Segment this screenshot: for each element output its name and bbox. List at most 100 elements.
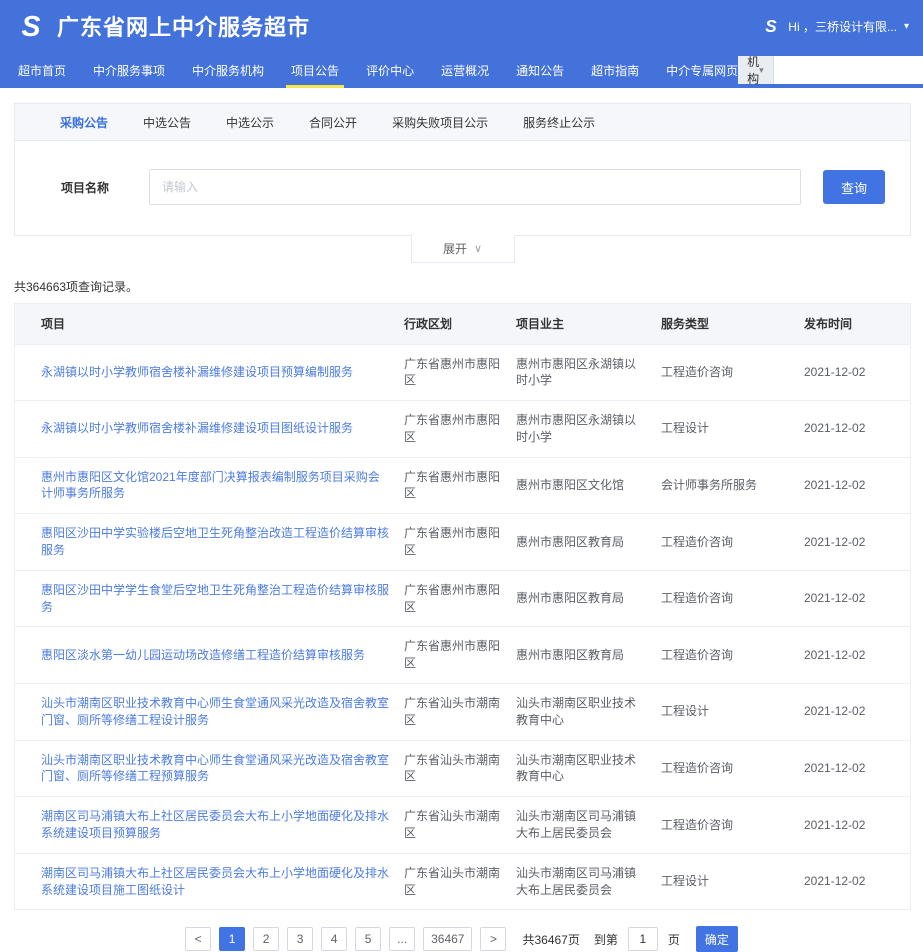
jump-suffix-label: 页 — [668, 931, 680, 948]
table-row: 潮南区司马浦镇大布上社区居民委员会大布上小学地面硬化及排水系统建设项目预算服务 … — [15, 797, 910, 854]
page-button[interactable]: ... — [389, 927, 415, 951]
announcement-tabs: 采购公告 中选公告 中选公示 合同公开 采购失败项目公示 服务终止公示 — [15, 104, 910, 141]
tab-label: 中选公告 — [143, 116, 191, 130]
project-cell: 惠阳区沙田中学学生食堂后空地卫生死角整治工程造价结算审核服务 — [15, 570, 404, 627]
results-table-panel: 项目 行政区划 项目业主 服务类型 发布时间 永湖镇以时小学教师宿舍楼补漏维修建… — [14, 303, 911, 910]
nav-item[interactable]: 通知公告 — [516, 52, 564, 88]
project-cell: 惠阳区沙田中学实验楼后空地卫生死角整治改造工程造价结算审核服务 — [15, 514, 404, 571]
page-button-label: 2 — [263, 932, 270, 946]
table-row: 永湖镇以时小学教师宿舍楼补漏维修建设项目图纸设计服务 广东省惠州市惠阳区 惠州市… — [15, 401, 910, 458]
page-button[interactable]: 5 — [355, 927, 381, 951]
table-row: 惠阳区沙田中学实验楼后空地卫生死角整治改造工程造价结算审核服务 广东省惠州市惠阳… — [15, 514, 910, 571]
table-header-row: 项目 行政区划 项目业主 服务类型 发布时间 — [15, 304, 910, 344]
project-link[interactable]: 惠阳区沙田中学实验楼后空地卫生死角整治改造工程造价结算审核服务 — [41, 526, 389, 557]
project-link[interactable]: 惠阳区淡水第一幼儿园运动场改造修缮工程造价结算审核服务 — [41, 648, 365, 662]
brand-row: S 广东省网上中介服务超市 S Hi ，三桥设计有限... ▾ — [0, 0, 923, 52]
user-caret-down-icon: ▾ — [904, 21, 909, 32]
nav-item[interactable]: 超市指南 — [591, 52, 639, 88]
date-cell: 2021-12-02 — [804, 570, 910, 627]
table-row: 永湖镇以时小学教师宿舍楼补漏维修建设项目预算编制服务 广东省惠州市惠阳区 惠州市… — [15, 344, 910, 401]
main-nav: 超市首页 中介服务事项 中介服务机构 项目公告 评价中心 — [18, 52, 738, 88]
project-name-input[interactable] — [149, 169, 801, 205]
page-button-label: ... — [397, 932, 407, 946]
type-cell: 工程设计 — [661, 684, 804, 741]
nav-item[interactable]: 中介服务事项 — [93, 52, 165, 88]
project-link[interactable]: 汕头市潮南区职业技术教育中心师生食堂通风采光改造及宿舍教室门窗、厕所等修缮工程设… — [41, 696, 389, 727]
project-cell: 惠阳区淡水第一幼儿园运动场改造修缮工程造价结算审核服务 — [15, 627, 404, 684]
expand-label: 展开 — [443, 240, 467, 257]
announcement-tab[interactable]: 中选公示 — [226, 114, 274, 131]
owner-cell: 惠州市惠阳区教育局 — [516, 570, 661, 627]
project-cell: 永湖镇以时小学教师宿舍楼补漏维修建设项目预算编制服务 — [15, 344, 404, 401]
user-greeting: Hi ，三桥设计有限... — [788, 18, 897, 35]
project-link[interactable]: 永湖镇以时小学教师宿舍楼补漏维修建设项目图纸设计服务 — [41, 421, 353, 435]
page-button[interactable]: > — [480, 927, 506, 951]
nav-item-label: 中介服务事项 — [93, 62, 165, 79]
jump-page-input[interactable] — [628, 927, 658, 951]
nav-item-label: 超市指南 — [591, 62, 639, 79]
announcement-tab[interactable]: 服务终止公示 — [523, 114, 595, 131]
announcement-tab[interactable]: 合同公开 — [309, 114, 357, 131]
announcement-tab[interactable]: 采购公告 — [60, 114, 108, 131]
user-logo-icon: S — [761, 17, 781, 35]
select-caret-down-icon: ▾ — [759, 65, 764, 76]
tab-label: 采购公告 — [60, 116, 108, 130]
nav-item-label: 评价中心 — [366, 62, 414, 79]
project-link[interactable]: 惠阳区沙田中学学生食堂后空地卫生死角整治工程造价结算审核服务 — [41, 583, 389, 614]
page-button[interactable]: < — [185, 927, 211, 951]
chevron-down-icon: ∨ — [474, 242, 482, 255]
date-cell: 2021-12-02 — [804, 627, 910, 684]
table-row: 汕头市潮南区职业技术教育中心师生食堂通风采光改造及宿舍教室门窗、厕所等修缮工程预… — [15, 740, 910, 797]
expand-filters-button[interactable]: 展开 ∨ — [411, 235, 515, 263]
table-row: 潮南区司马浦镇大布上社区居民委员会大布上小学地面硬化及排水系统建设项目施工图纸设… — [15, 853, 910, 909]
page-button[interactable]: 2 — [253, 927, 279, 951]
nav-item-label: 通知公告 — [516, 62, 564, 79]
project-link[interactable]: 潮南区司马浦镇大布上社区居民委员会大布上小学地面硬化及排水系统建设项目预算服务 — [41, 809, 389, 840]
project-link[interactable]: 永湖镇以时小学教师宿舍楼补漏维修建设项目预算编制服务 — [41, 365, 353, 379]
nav-item-label: 中介专属网页 — [666, 62, 738, 79]
announcement-tab[interactable]: 采购失败项目公示 — [392, 114, 488, 131]
org-search-input[interactable] — [773, 56, 923, 84]
svg-text:S: S — [766, 17, 778, 35]
nav-item[interactable]: 中介服务机构 — [192, 52, 264, 88]
owner-cell: 汕头市潮南区职业技术教育中心 — [516, 684, 661, 741]
type-cell: 工程造价咨询 — [661, 797, 804, 854]
nav-item[interactable]: 中介专属网页 — [666, 52, 738, 88]
query-button[interactable]: 查询 — [823, 170, 885, 204]
confirm-button[interactable]: 确定 — [696, 926, 738, 952]
owner-cell: 惠州市惠阳区永湖镇以时小学 — [516, 344, 661, 401]
project-link[interactable]: 惠州市惠阳区文化馆2021年度部门决算报表编制服务项目采购会计师事务所服务 — [41, 470, 380, 501]
page-button[interactable]: 3 — [287, 927, 313, 951]
type-cell: 工程造价咨询 — [661, 514, 804, 571]
page-button-label: > — [490, 932, 497, 946]
nav-item[interactable]: 评价中心 — [366, 52, 414, 88]
user-menu[interactable]: S Hi ，三桥设计有限... ▾ — [761, 17, 909, 35]
nav-item[interactable]: 运营概况 — [441, 52, 489, 88]
date-cell: 2021-12-02 — [804, 797, 910, 854]
owner-cell: 惠州市惠阳区教育局 — [516, 627, 661, 684]
announcement-tab[interactable]: 中选公告 — [143, 114, 191, 131]
nav-item[interactable]: 超市首页 — [18, 52, 66, 88]
page-button[interactable]: 36467 — [423, 927, 472, 951]
page-button[interactable]: 1 — [219, 927, 245, 951]
nav-item[interactable]: 项目公告 — [291, 52, 339, 88]
table-row: 惠阳区淡水第一幼儿园运动场改造修缮工程造价结算审核服务 广东省惠州市惠阳区 惠州… — [15, 627, 910, 684]
top-header: S 广东省网上中介服务超市 S Hi ，三桥设计有限... ▾ 超市首页 中介服… — [0, 0, 923, 88]
table-row: 汕头市潮南区职业技术教育中心师生食堂通风采光改造及宿舍教室门窗、厕所等修缮工程设… — [15, 684, 910, 741]
nav-item-label: 中介服务机构 — [192, 62, 264, 79]
region-cell: 广东省汕头市潮南区 — [404, 740, 516, 797]
owner-cell: 汕头市潮南区司马浦镇大布上居民委员会 — [516, 797, 661, 854]
search-category-select[interactable]: 机构 ▾ — [738, 56, 773, 84]
date-cell: 2021-12-02 — [804, 853, 910, 909]
page-button[interactable]: 4 — [321, 927, 347, 951]
main-nav-row: 超市首页 中介服务事项 中介服务机构 项目公告 评价中心 — [0, 52, 923, 88]
type-cell: 会计师事务所服务 — [661, 457, 804, 514]
type-cell: 工程设计 — [661, 853, 804, 909]
project-cell: 潮南区司马浦镇大布上社区居民委员会大布上小学地面硬化及排水系统建设项目预算服务 — [15, 797, 404, 854]
type-cell: 工程造价咨询 — [661, 570, 804, 627]
project-link[interactable]: 潮南区司马浦镇大布上社区居民委员会大布上小学地面硬化及排水系统建设项目施工图纸设… — [41, 866, 389, 897]
project-name-label: 项目名称 — [61, 179, 149, 196]
search-filter-panel: 采购公告 中选公告 中选公示 合同公开 采购失败项目公示 服务终止公示 项目名称 — [14, 103, 911, 236]
project-link[interactable]: 汕头市潮南区职业技术教育中心师生食堂通风采光改造及宿舍教室门窗、厕所等修缮工程预… — [41, 753, 389, 784]
search-category-value: 机构 — [747, 53, 759, 87]
